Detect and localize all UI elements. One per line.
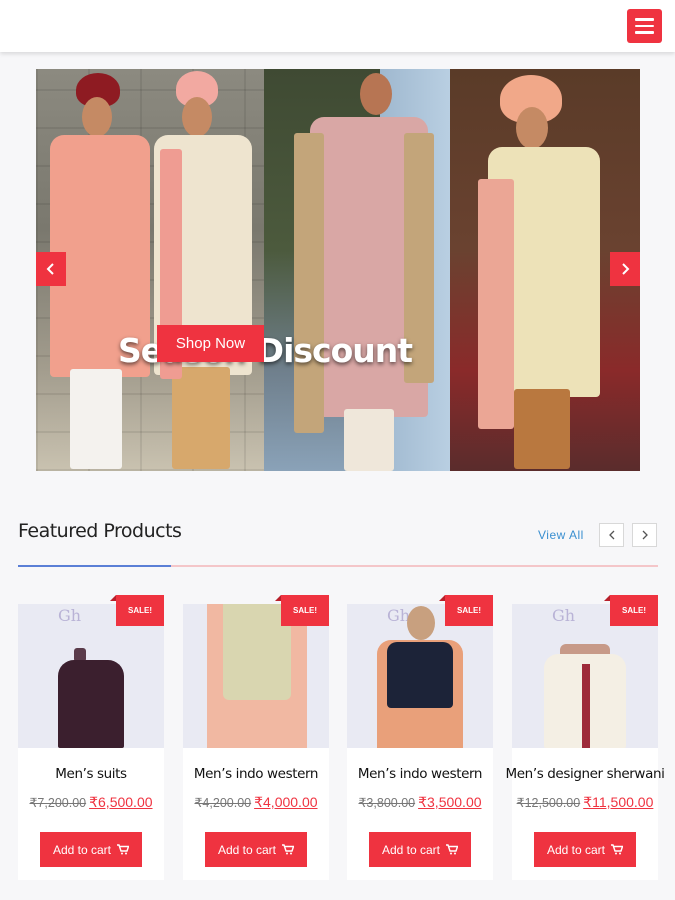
- sale-badge: SALE!: [604, 595, 658, 626]
- sale-price: ₹6,500.00: [89, 794, 153, 810]
- cart-icon: [282, 844, 295, 855]
- view-all-link[interactable]: View All: [538, 528, 584, 542]
- top-navbar: [0, 0, 675, 52]
- hero-slider: Season Discount Shop Now: [36, 69, 640, 471]
- cart-icon: [611, 844, 624, 855]
- add-to-cart-button[interactable]: Add to cart: [534, 832, 636, 867]
- sale-price: ₹3,500.00: [418, 794, 482, 810]
- sale-price: ₹11,500.00: [583, 794, 654, 810]
- product-prices: ₹7,200.00 ₹6,500.00: [8, 794, 174, 811]
- add-to-cart-label: Add to cart: [217, 842, 277, 857]
- original-price: ₹12,500.00: [516, 796, 581, 810]
- cart-icon: [446, 844, 459, 855]
- chevron-right-icon: [642, 530, 648, 540]
- chevron-right-icon: [622, 263, 630, 275]
- sale-badge: SALE!: [275, 595, 329, 626]
- original-price: ₹7,200.00: [29, 796, 87, 810]
- add-to-cart-button[interactable]: Add to cart: [40, 832, 142, 867]
- menu-button[interactable]: [627, 9, 662, 43]
- product-prices: ₹3,800.00 ₹3,500.00: [337, 794, 503, 811]
- product-name[interactable]: Men’s indo western: [337, 766, 503, 782]
- chevron-left-icon: [608, 530, 614, 540]
- products-prev-button[interactable]: [599, 523, 624, 547]
- add-to-cart-label: Add to cart: [52, 842, 112, 857]
- product-prices: ₹12,500.00 ₹11,500.00: [502, 794, 668, 811]
- product-card[interactable]: Gh SALE! Men’s suits ₹7,200.00 ₹6,500.00 …: [18, 595, 164, 880]
- featured-products-header: Featured Products View All: [18, 520, 658, 568]
- add-to-cart-button[interactable]: Add to cart: [369, 832, 471, 867]
- cart-icon: [117, 844, 130, 855]
- product-card[interactable]: Gh SALE! Men’s designer sherwani ₹12,500…: [506, 595, 665, 880]
- section-divider: [18, 565, 658, 567]
- hero-image-panel: [264, 69, 450, 471]
- hamburger-icon: [635, 18, 654, 21]
- product-card[interactable]: SALE! Men’s indo western ₹4,200.00 ₹4,000…: [183, 595, 329, 880]
- add-to-cart-button[interactable]: Add to cart: [205, 832, 307, 867]
- product-name[interactable]: Men’s suits: [8, 766, 174, 782]
- original-price: ₹4,200.00: [194, 796, 252, 810]
- product-card[interactable]: Gh SALE! Men’s indo western ₹3,800.00 ₹3,…: [347, 595, 493, 880]
- add-to-cart-label: Add to cart: [546, 842, 606, 857]
- slider-prev-button[interactable]: [36, 252, 66, 286]
- add-to-cart-label: Add to cart: [381, 842, 441, 857]
- product-name[interactable]: Men’s indo western: [173, 766, 339, 782]
- shop-now-button[interactable]: Shop Now: [157, 325, 264, 362]
- product-name[interactable]: Men’s designer sherwani: [502, 766, 668, 782]
- products-next-button[interactable]: [632, 523, 657, 547]
- hero-image-panel: [36, 69, 264, 471]
- section-title: Featured Products: [18, 520, 182, 542]
- sale-badge: SALE!: [439, 595, 493, 626]
- product-prices: ₹4,200.00 ₹4,000.00: [173, 794, 339, 811]
- original-price: ₹3,800.00: [358, 796, 416, 810]
- slider-next-button[interactable]: [610, 252, 640, 286]
- chevron-left-icon: [46, 263, 54, 275]
- sale-badge: SALE!: [110, 595, 164, 626]
- sale-price: ₹4,000.00: [254, 794, 318, 810]
- hero-caption: Season Discount: [117, 331, 413, 370]
